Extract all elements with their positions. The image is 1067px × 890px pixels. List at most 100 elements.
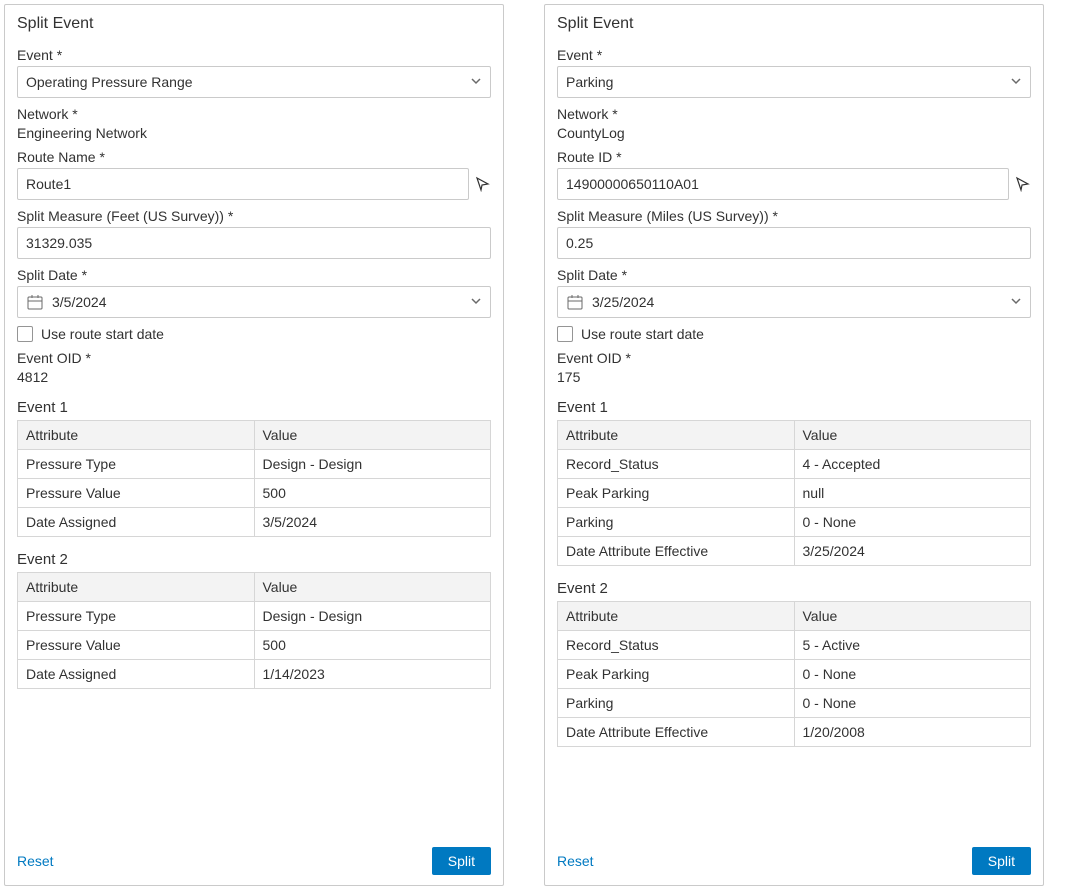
value-cell[interactable]: Design - Design xyxy=(254,602,491,631)
reset-button[interactable]: Reset xyxy=(17,853,54,869)
table-row: Record_Status5 - Active xyxy=(558,631,1031,660)
event-select-value: Operating Pressure Range xyxy=(26,74,193,90)
table-row: Pressure TypeDesign - Design xyxy=(18,602,491,631)
col-attr: Attribute xyxy=(18,573,255,602)
table-row: Parking0 - None xyxy=(558,689,1031,718)
date-value: 3/5/2024 xyxy=(52,294,107,310)
split-event-panel-right: Split Event Event * Parking Network * Co… xyxy=(544,4,1044,886)
form-body: Event * Operating Pressure Range Network… xyxy=(17,39,491,835)
use-route-checkbox[interactable] xyxy=(17,326,33,342)
col-attr: Attribute xyxy=(558,421,795,450)
col-val: Value xyxy=(794,421,1031,450)
event1-heading: Event 1 xyxy=(17,399,491,416)
attr-cell: Peak Parking xyxy=(558,479,795,508)
table-row: Date Assigned1/14/2023 xyxy=(18,660,491,689)
route-picker-icon[interactable] xyxy=(475,176,491,192)
network-value: CountyLog xyxy=(557,125,1031,141)
attr-cell: Parking xyxy=(558,508,795,537)
route-picker-icon[interactable] xyxy=(1015,176,1031,192)
value-cell[interactable]: 500 xyxy=(254,631,491,660)
event-select-value: Parking xyxy=(566,74,613,90)
oid-label: Event OID * xyxy=(557,350,1031,366)
chevron-down-icon[interactable] xyxy=(1010,295,1022,310)
split-button[interactable]: Split xyxy=(432,847,491,875)
reset-button[interactable]: Reset xyxy=(557,853,594,869)
measure-label: Split Measure (Feet (US Survey)) * xyxy=(17,208,491,224)
value-cell[interactable]: 3/5/2024 xyxy=(254,508,491,537)
panel-footer: Reset Split xyxy=(557,847,1031,875)
use-route-label: Use route start date xyxy=(41,326,164,342)
attr-cell: Date Attribute Effective xyxy=(558,718,795,747)
measure-input[interactable] xyxy=(17,227,491,259)
table-row: Peak Parkingnull xyxy=(558,479,1031,508)
table-row: Pressure Value500 xyxy=(18,631,491,660)
event-label: Event * xyxy=(557,47,1031,63)
event1-table: Attribute Value Record_Status4 - Accepte… xyxy=(557,420,1031,566)
date-value: 3/25/2024 xyxy=(592,294,654,310)
route-input[interactable] xyxy=(17,168,469,200)
col-val: Value xyxy=(254,421,491,450)
event2-table: Attribute Value Record_Status5 - ActiveP… xyxy=(557,601,1031,747)
col-attr: Attribute xyxy=(558,602,795,631)
route-label: Route ID * xyxy=(557,149,1031,165)
col-val: Value xyxy=(254,573,491,602)
event1-heading: Event 1 xyxy=(557,399,1031,416)
value-cell[interactable]: 1/20/2008 xyxy=(794,718,1031,747)
attr-cell: Date Attribute Effective xyxy=(558,537,795,566)
value-cell[interactable]: Design - Design xyxy=(254,450,491,479)
table-row: Date Attribute Effective3/25/2024 xyxy=(558,537,1031,566)
value-cell[interactable]: 1/14/2023 xyxy=(254,660,491,689)
event2-table: Attribute Value Pressure TypeDesign - De… xyxy=(17,572,491,689)
oid-value: 4812 xyxy=(17,369,491,385)
value-cell[interactable]: 4 - Accepted xyxy=(794,450,1031,479)
use-route-checkbox[interactable] xyxy=(557,326,573,342)
attr-cell: Record_Status xyxy=(558,631,795,660)
oid-label: Event OID * xyxy=(17,350,491,366)
measure-input[interactable] xyxy=(557,227,1031,259)
value-cell[interactable]: 500 xyxy=(254,479,491,508)
network-value: Engineering Network xyxy=(17,125,491,141)
chevron-down-icon[interactable] xyxy=(470,295,482,310)
split-button[interactable]: Split xyxy=(972,847,1031,875)
attr-cell: Pressure Type xyxy=(18,602,255,631)
calendar-icon xyxy=(26,293,44,311)
attr-cell: Pressure Value xyxy=(18,631,255,660)
date-input[interactable]: 3/5/2024 xyxy=(17,286,491,318)
table-row: Record_Status4 - Accepted xyxy=(558,450,1031,479)
value-cell[interactable]: 3/25/2024 xyxy=(794,537,1031,566)
table-row: Date Attribute Effective1/20/2008 xyxy=(558,718,1031,747)
attr-cell: Date Assigned xyxy=(18,508,255,537)
attr-cell: Date Assigned xyxy=(18,660,255,689)
measure-label: Split Measure (Miles (US Survey)) * xyxy=(557,208,1031,224)
table-row: Peak Parking0 - None xyxy=(558,660,1031,689)
network-label: Network * xyxy=(557,106,1031,122)
event2-heading: Event 2 xyxy=(557,580,1031,597)
value-cell[interactable]: null xyxy=(794,479,1031,508)
attr-cell: Parking xyxy=(558,689,795,718)
date-label: Split Date * xyxy=(17,267,491,283)
date-input[interactable]: 3/25/2024 xyxy=(557,286,1031,318)
value-cell[interactable]: 5 - Active xyxy=(794,631,1031,660)
table-row: Pressure Value500 xyxy=(18,479,491,508)
value-cell[interactable]: 0 - None xyxy=(794,508,1031,537)
event-select[interactable]: Parking xyxy=(557,66,1031,98)
col-val: Value xyxy=(794,602,1031,631)
event-select[interactable]: Operating Pressure Range xyxy=(17,66,491,98)
attr-cell: Peak Parking xyxy=(558,660,795,689)
col-attr: Attribute xyxy=(18,421,255,450)
panel-footer: Reset Split xyxy=(17,847,491,875)
value-cell[interactable]: 0 - None xyxy=(794,689,1031,718)
use-route-label: Use route start date xyxy=(581,326,704,342)
event-label: Event * xyxy=(17,47,491,63)
value-cell[interactable]: 0 - None xyxy=(794,660,1031,689)
network-label: Network * xyxy=(17,106,491,122)
calendar-icon xyxy=(566,293,584,311)
route-input[interactable] xyxy=(557,168,1009,200)
table-row: Pressure TypeDesign - Design xyxy=(18,450,491,479)
split-event-panel-left: Split Event Event * Operating Pressure R… xyxy=(4,4,504,886)
event2-heading: Event 2 xyxy=(17,551,491,568)
chevron-down-icon[interactable] xyxy=(1010,75,1022,90)
chevron-down-icon[interactable] xyxy=(470,75,482,90)
event1-table: Attribute Value Pressure TypeDesign - De… xyxy=(17,420,491,537)
route-label: Route Name * xyxy=(17,149,491,165)
